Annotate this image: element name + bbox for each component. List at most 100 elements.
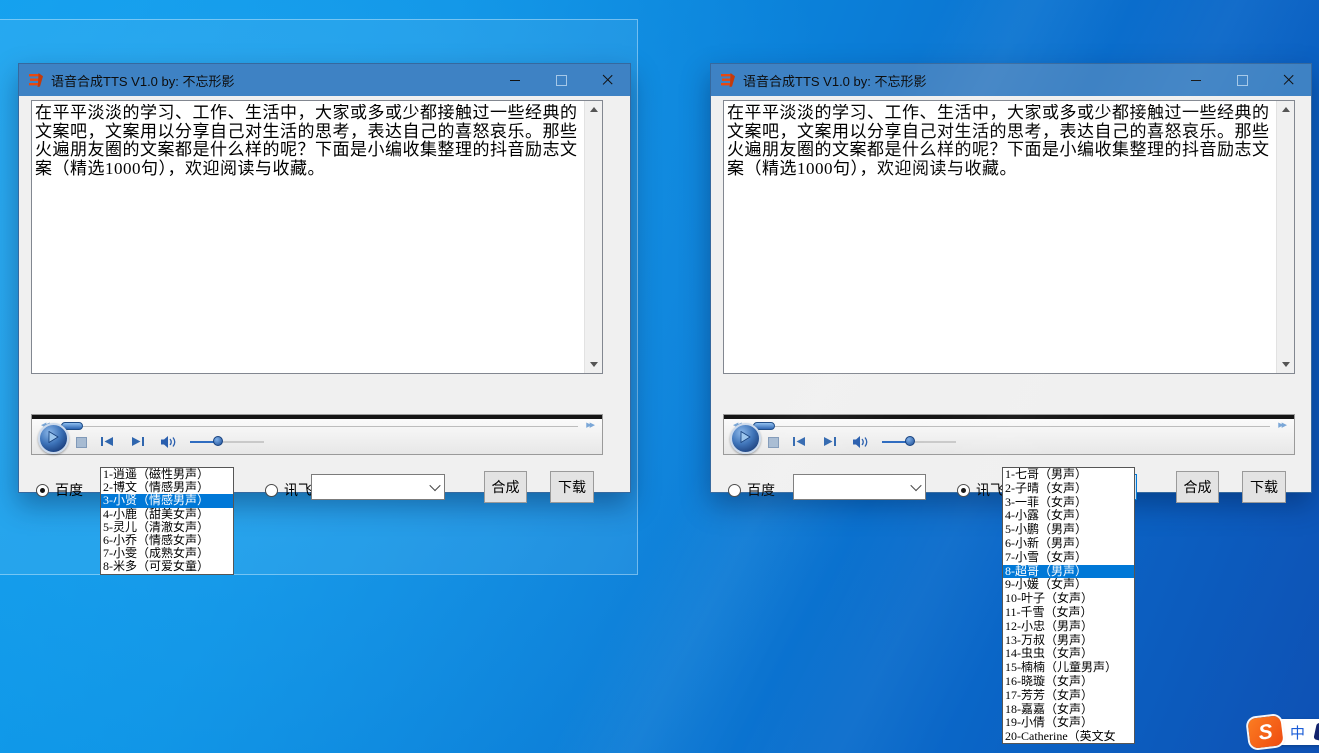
tts-window-left: 语音合成TTS V1.0 by: 不忘形影 在平平淡淡的学习、工作、生活中，大家…	[18, 63, 631, 493]
play-button[interactable]	[38, 423, 69, 454]
radio-baidu[interactable]: 百度	[36, 480, 83, 500]
voice-option[interactable]: 4-小露（女声）	[1003, 509, 1134, 523]
minimize-button[interactable]	[1173, 64, 1219, 96]
seek-bar[interactable]: ◀◀ ▶▶	[724, 419, 1294, 433]
close-button[interactable]	[1265, 64, 1311, 96]
ime-toolbar[interactable]: 中	[1276, 719, 1319, 745]
voice-option[interactable]: 5-小鹏（男声）	[1003, 523, 1134, 537]
voice-option[interactable]: 8-超哥（男声）	[1003, 565, 1134, 579]
titlebar[interactable]: 语音合成TTS V1.0 by: 不忘形影	[711, 64, 1311, 96]
sogou-ime-bar[interactable]: S 中	[1249, 715, 1319, 749]
voice-option[interactable]: 6-小新（男声）	[1003, 537, 1134, 551]
scrollbar[interactable]	[1276, 101, 1294, 373]
next-button[interactable]	[130, 436, 145, 447]
previous-button[interactable]	[792, 436, 807, 447]
voice-option[interactable]: 7-小雯（成熟女声）	[101, 547, 233, 560]
voice-combobox-xunfei[interactable]	[311, 474, 445, 500]
fast-forward-icon[interactable]: ▶▶	[586, 421, 593, 429]
voice-option[interactable]: 15-楠楠（儿童男声）	[1003, 661, 1134, 675]
sogou-logo-icon[interactable]: S	[1247, 715, 1283, 749]
text-input-area[interactable]: 在平平淡淡的学习、工作、生活中，大家或多或少都接触过一些经典的文案吧，文案用以分…	[723, 100, 1295, 374]
combobox-dropdown-button[interactable]	[425, 475, 444, 499]
voice-option[interactable]: 7-小雪（女声）	[1003, 551, 1134, 565]
radio-dot	[36, 484, 49, 497]
play-button[interactable]	[730, 423, 761, 454]
voice-option[interactable]: 16-晓璇（女声）	[1003, 675, 1134, 689]
ime-extra-icon[interactable]	[1313, 722, 1319, 742]
voice-option[interactable]: 11-千雪（女声）	[1003, 606, 1134, 620]
voice-option[interactable]: 20-Catherine（英文女	[1003, 730, 1134, 744]
scrollbar[interactable]	[584, 101, 602, 373]
tts-window-right: 语音合成TTS V1.0 by: 不忘形影 在平平淡淡的学习、工作、生活中，大家…	[710, 63, 1312, 493]
radio-baidu-label: 百度	[747, 480, 775, 500]
scrollbar-up-icon[interactable]	[1277, 101, 1294, 118]
close-button[interactable]	[584, 64, 630, 96]
voice-dropdown-list-baidu: 1-逍遥（磁性男声）2-博文（情感男声）3-小贤（情感男声）4-小鹿（甜美女声）…	[100, 467, 234, 575]
voice-option[interactable]: 10-叶子（女声）	[1003, 592, 1134, 606]
voice-option[interactable]: 17-芳芳（女声）	[1003, 689, 1134, 703]
radio-baidu[interactable]: 百度	[728, 480, 775, 500]
scrollbar-down-icon[interactable]	[1277, 356, 1294, 373]
volume-track-empty[interactable]	[915, 441, 956, 443]
minimize-button[interactable]	[492, 64, 538, 96]
download-button[interactable]: 下载	[550, 471, 594, 503]
voice-option[interactable]: 18-嘉嘉（女声）	[1003, 703, 1134, 717]
radio-xunfei-label: 讯飞	[284, 480, 312, 500]
scrollbar-down-icon[interactable]	[585, 356, 602, 373]
voice-option[interactable]: 4-小鹿（甜美女声）	[101, 508, 233, 521]
voice-option[interactable]: 3-一菲（女声）	[1003, 496, 1134, 510]
synthesize-button[interactable]: 合成	[484, 471, 527, 503]
voice-option[interactable]: 1-七哥（男声）	[1003, 468, 1134, 482]
seek-track[interactable]	[748, 426, 1270, 427]
voice-dropdown-list-xunfei: 1-七哥（男声）2-子晴（女声）3-一菲（女声）4-小露（女声）5-小鹏（男声）…	[1002, 467, 1135, 744]
text-content[interactable]: 在平平淡淡的学习、工作、生活中，大家或多或少都接触过一些经典的文案吧，文案用以分…	[35, 104, 581, 370]
volume-icon[interactable]	[852, 435, 870, 449]
voice-option[interactable]: 19-小倩（女声）	[1003, 716, 1134, 730]
text-content[interactable]: 在平平淡淡的学习、工作、生活中，大家或多或少都接触过一些经典的文案吧，文案用以分…	[727, 104, 1273, 370]
media-player: ◀◀ ▶▶	[31, 414, 603, 455]
ime-mode-indicator[interactable]: 中	[1290, 722, 1305, 743]
volume-thumb[interactable]	[213, 436, 223, 446]
maximize-button[interactable]	[1219, 64, 1265, 96]
voice-option[interactable]: 13-万叔（男声）	[1003, 634, 1134, 648]
sogou-logo-letter: S	[1257, 721, 1273, 744]
titlebar[interactable]: 语音合成TTS V1.0 by: 不忘形影	[19, 64, 630, 96]
radio-xunfei[interactable]: 讯飞	[265, 480, 312, 500]
voice-option[interactable]: 1-逍遥（磁性男声）	[101, 468, 233, 481]
previous-button[interactable]	[100, 436, 115, 447]
voice-option[interactable]: 14-虫虫（女声）	[1003, 647, 1134, 661]
chevron-down-icon	[429, 480, 440, 491]
stop-button[interactable]	[768, 437, 779, 448]
seek-bar[interactable]: ◀◀ ▶▶	[32, 419, 602, 433]
voice-option[interactable]: 3-小贤（情感男声）	[101, 494, 233, 507]
next-button[interactable]	[822, 436, 837, 447]
voice-option[interactable]: 5-灵儿（清澈女声）	[101, 521, 233, 534]
window-client-area: 在平平淡淡的学习、工作、生活中，大家或多或少都接触过一些经典的文案吧，文案用以分…	[19, 96, 630, 492]
seek-track[interactable]	[56, 426, 578, 427]
volume-thumb[interactable]	[905, 436, 915, 446]
download-button[interactable]: 下载	[1242, 471, 1286, 503]
combobox-dropdown-button[interactable]	[906, 475, 925, 499]
maximize-button[interactable]	[538, 64, 584, 96]
app-icon	[28, 72, 44, 88]
voice-option[interactable]: 9-小媛（女声）	[1003, 578, 1134, 592]
window-title: 语音合成TTS V1.0 by: 不忘形影	[51, 71, 234, 90]
volume-icon[interactable]	[160, 435, 178, 449]
voice-combobox-baidu[interactable]	[793, 474, 926, 500]
voice-option[interactable]: 8-米多（可爱女童）	[101, 560, 233, 573]
app-icon	[720, 72, 736, 88]
radio-xunfei[interactable]: 讯飞	[957, 480, 1004, 500]
player-controls	[32, 433, 602, 456]
synthesize-button[interactable]: 合成	[1176, 471, 1219, 503]
text-input-area[interactable]: 在平平淡淡的学习、工作、生活中，大家或多或少都接触过一些经典的文案吧，文案用以分…	[31, 100, 603, 374]
fast-forward-icon[interactable]: ▶▶	[1278, 421, 1285, 429]
voice-option[interactable]: 2-子晴（女声）	[1003, 482, 1134, 496]
voice-option[interactable]: 12-小忠（男声）	[1003, 620, 1134, 634]
scrollbar-up-icon[interactable]	[585, 101, 602, 118]
radio-dot	[957, 484, 970, 497]
radio-baidu-label: 百度	[55, 480, 83, 500]
volume-track-empty[interactable]	[223, 441, 264, 443]
voice-option[interactable]: 2-博文（情感男声）	[101, 481, 233, 494]
voice-option[interactable]: 6-小乔（情感女声）	[101, 534, 233, 547]
stop-button[interactable]	[76, 437, 87, 448]
